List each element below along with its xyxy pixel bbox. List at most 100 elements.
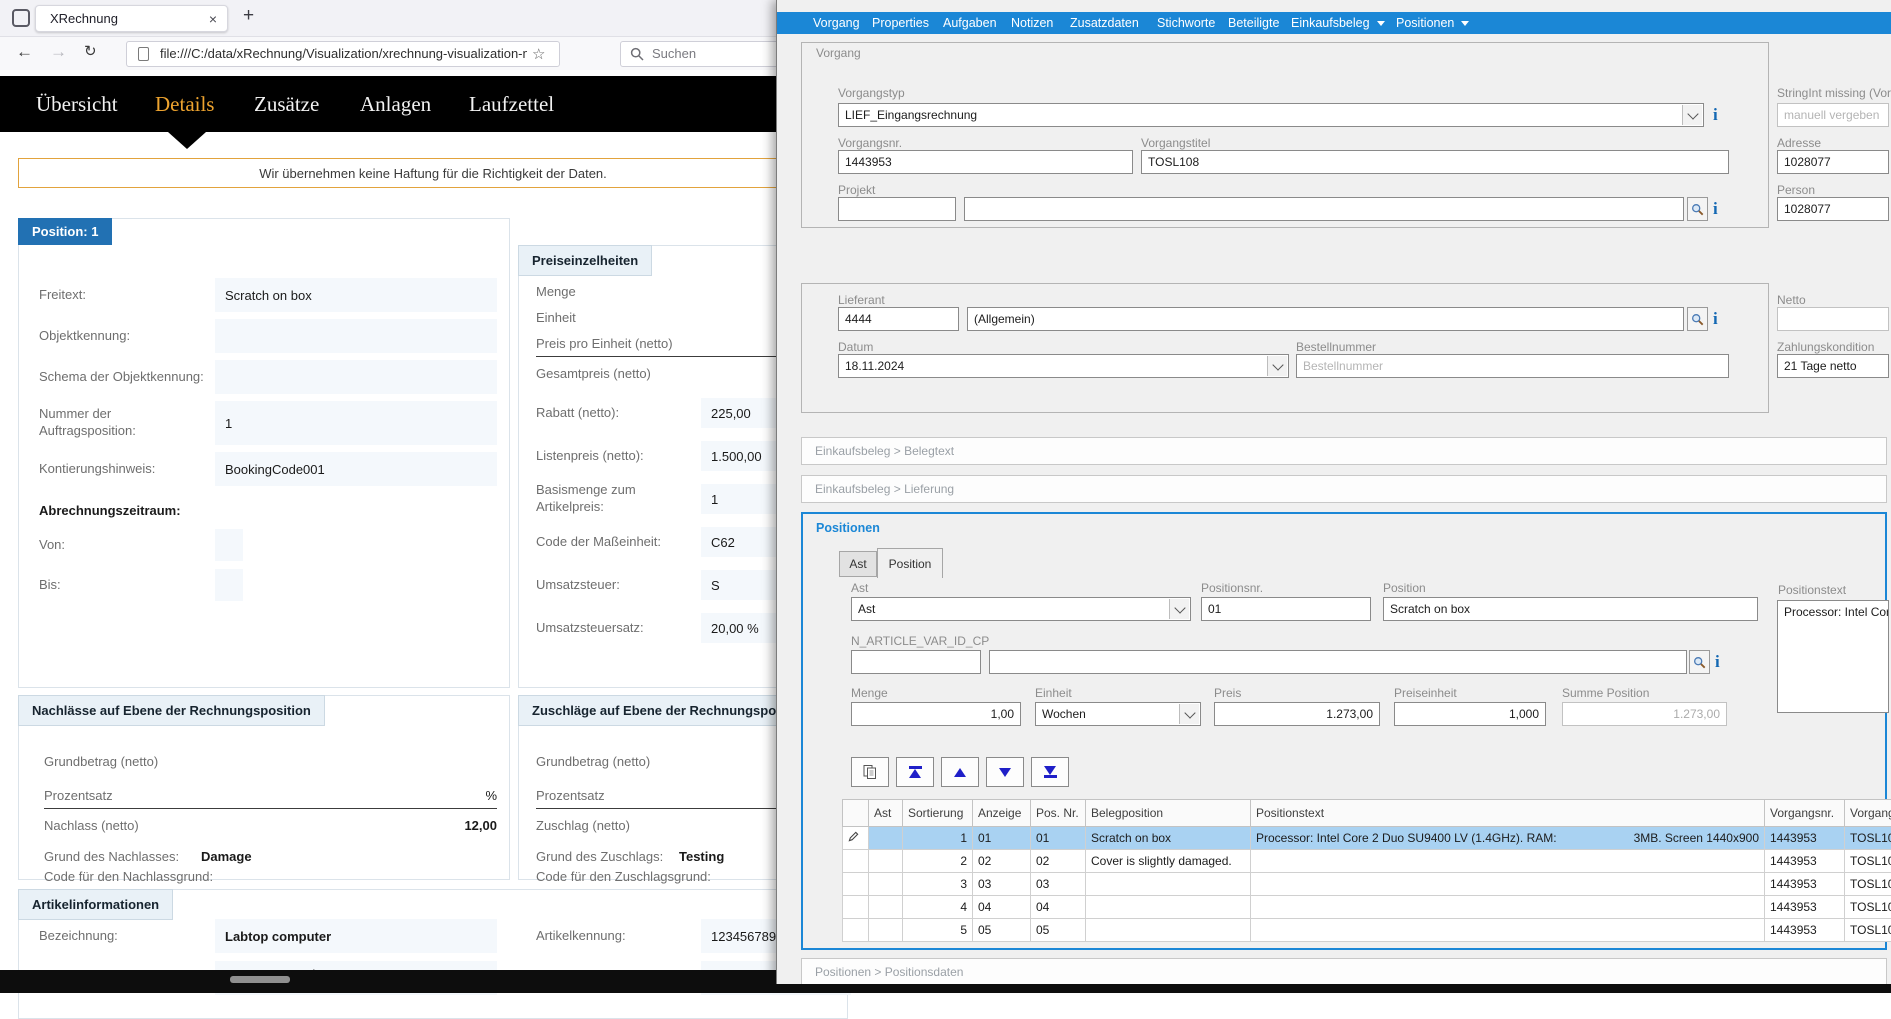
lookup-icon[interactable]	[1687, 197, 1708, 221]
adresse-input[interactable]: 1028077	[1777, 150, 1889, 174]
menu-beteiligte[interactable]: Beteiligte	[1228, 12, 1279, 34]
menu-stichworte[interactable]: Stichworte	[1157, 12, 1215, 34]
n-article-nr-input[interactable]	[851, 650, 981, 674]
row-edit-marker	[843, 919, 869, 942]
browser-bottom-scrollbar[interactable]	[0, 970, 776, 993]
nav-tab-anlagen[interactable]: Anlagen	[360, 76, 431, 132]
preiseinheit-input[interactable]: 1,000	[1394, 702, 1546, 726]
move-down-button[interactable]	[986, 757, 1024, 787]
preis-input[interactable]: 1.273,00	[1214, 702, 1380, 726]
position-input[interactable]: Scratch on box	[1383, 597, 1758, 621]
copy-row-button[interactable]	[851, 757, 889, 787]
col-pos-nr[interactable]: Pos. Nr.	[1031, 800, 1086, 827]
tab-position[interactable]: Position	[877, 548, 943, 578]
vorgangstyp-label: Vorgangstyp	[838, 86, 905, 100]
col-ast[interactable]: Ast	[869, 800, 903, 827]
section-positionsdaten[interactable]: Positionen > Positionsdaten	[801, 958, 1887, 986]
row-edit-marker	[843, 873, 869, 896]
move-up-button[interactable]	[941, 757, 979, 787]
artikel-title: Artikelinformationen	[18, 889, 173, 920]
combo-arrow-icon[interactable]	[1267, 356, 1287, 376]
new-tab-icon[interactable]: +	[243, 5, 254, 27]
menge-input[interactable]: 1,00	[851, 702, 1021, 726]
col-sortierung[interactable]: Sortierung	[903, 800, 973, 827]
projekt-nr-input[interactable]	[838, 197, 956, 221]
nachlass-label: Nachlass (netto)	[44, 818, 139, 833]
stringint-input[interactable]: manuell vergeben	[1777, 103, 1889, 127]
info-icon[interactable]: i	[1715, 653, 1720, 670]
nav-tab-details[interactable]: Details	[155, 76, 214, 132]
vorgangstyp-value: LIEF_Eingangsrechnung	[845, 108, 977, 122]
table-row[interactable]: 1 01 01 Scratch on box Processor: Intel …	[843, 827, 1891, 850]
firefox-view-icon[interactable]	[12, 9, 30, 27]
table-row[interactable]: 5 05 05 1443953 TOSL10	[843, 919, 1891, 942]
url-bar[interactable]: file:///C:/data/xRechnung/Visualization/…	[126, 41, 560, 67]
zahlungskondition-input[interactable]: 21 Tage netto	[1777, 354, 1889, 378]
info-icon[interactable]: i	[1713, 106, 1718, 123]
menu-properties[interactable]: Properties	[872, 12, 929, 34]
forward-icon[interactable]: →	[50, 42, 67, 62]
cell-sortierung: 5	[903, 919, 973, 942]
vorgangstitel-input[interactable]: TOSL108	[1141, 150, 1729, 174]
projekt-name-input[interactable]	[964, 197, 1684, 221]
col-positionstext[interactable]: Positionstext	[1251, 800, 1765, 827]
move-bottom-button[interactable]	[1031, 757, 1069, 787]
summe-position-input[interactable]: 1.273,00	[1562, 702, 1727, 726]
datum-combobox[interactable]: 18.11.2024	[838, 354, 1289, 378]
menu-einkaufsbeleg[interactable]: Einkaufsbeleg	[1291, 12, 1385, 34]
col-vorgangstitel[interactable]: Vorgang	[1845, 800, 1891, 827]
einheit-combobox[interactable]: Wochen	[1035, 702, 1201, 726]
col-rowmarker[interactable]	[843, 800, 869, 827]
active-tab-pointer	[168, 132, 206, 149]
cell-vorgangsnr: 1443953	[1765, 873, 1845, 896]
vorgangstyp-combobox[interactable]: LIEF_Eingangsrechnung	[838, 103, 1704, 127]
info-icon[interactable]: i	[1713, 200, 1718, 217]
close-icon[interactable]: ×	[209, 11, 217, 27]
einheit-label: Einheit	[1035, 686, 1072, 700]
menu-notizen[interactable]: Notizen	[1011, 12, 1053, 34]
combo-arrow-icon[interactable]	[1179, 704, 1199, 724]
info-icon[interactable]: i	[1713, 310, 1718, 327]
vorgang-groupbox-label: Vorgang	[813, 46, 864, 60]
table-row[interactable]: 2 02 02 Cover is slightly damaged. 14439…	[843, 850, 1891, 873]
move-top-button[interactable]	[896, 757, 934, 787]
menu-aufgaben[interactable]: Aufgaben	[943, 12, 997, 34]
positionsnr-input[interactable]: 01	[1201, 597, 1371, 621]
col-belegposition[interactable]: Belegposition	[1086, 800, 1251, 827]
netto-input[interactable]	[1777, 307, 1889, 331]
scrollbar-thumb[interactable]	[230, 976, 290, 983]
reload-icon[interactable]: ↻	[84, 42, 97, 60]
browser-tab[interactable]: XRechnung ×	[35, 5, 228, 32]
lookup-icon[interactable]	[1689, 650, 1710, 674]
combo-arrow-icon[interactable]	[1682, 105, 1702, 125]
back-icon[interactable]: ←	[16, 42, 33, 62]
person-input[interactable]: 1028077	[1777, 197, 1889, 221]
menge-label: Menge	[851, 686, 888, 700]
lieferant-name-input[interactable]: (Allgemein)	[967, 307, 1684, 331]
section-lieferung[interactable]: Einkaufsbeleg > Lieferung	[801, 475, 1887, 503]
stringint-label: StringInt missing (Vor	[1777, 86, 1891, 100]
menu-zusatzdaten[interactable]: Zusatzdaten	[1070, 12, 1139, 34]
section-belegtext[interactable]: Einkaufsbeleg > Belegtext	[801, 437, 1887, 465]
menu-positionen[interactable]: Positionen	[1396, 12, 1469, 34]
table-row[interactable]: 4 04 04 1443953 TOSL10	[843, 896, 1891, 919]
col-vorgangsnr[interactable]: Vorgangsnr.	[1765, 800, 1845, 827]
nav-tab-uebersicht[interactable]: Übersicht	[36, 76, 118, 132]
bestellnummer-input[interactable]: Bestellnummer	[1296, 354, 1729, 378]
nav-tab-laufzettel[interactable]: Laufzettel	[469, 76, 554, 132]
positionstext-textarea[interactable]: Processor: Intel Core	[1777, 600, 1889, 713]
lookup-icon[interactable]	[1687, 307, 1708, 331]
combo-arrow-icon[interactable]	[1169, 599, 1189, 619]
n-article-name-input[interactable]	[989, 650, 1687, 674]
cell-vorgangsnr: 1443953	[1765, 919, 1845, 942]
col-anzeige[interactable]: Anzeige	[973, 800, 1031, 827]
von-label: Von:	[39, 529, 65, 561]
vorgangsnr-input[interactable]: 1443953	[838, 150, 1133, 174]
table-row[interactable]: 3 03 03 1443953 TOSL10	[843, 873, 1891, 896]
lieferant-nr-input[interactable]: 4444	[838, 307, 959, 331]
menu-vorgang[interactable]: Vorgang	[813, 12, 860, 34]
tab-ast[interactable]: Ast	[839, 551, 877, 577]
pos-ast-combobox[interactable]: Ast	[851, 597, 1191, 621]
bookmark-star-icon[interactable]: ☆	[532, 45, 545, 63]
nav-tab-zusaetze[interactable]: Zusätze	[254, 76, 319, 132]
